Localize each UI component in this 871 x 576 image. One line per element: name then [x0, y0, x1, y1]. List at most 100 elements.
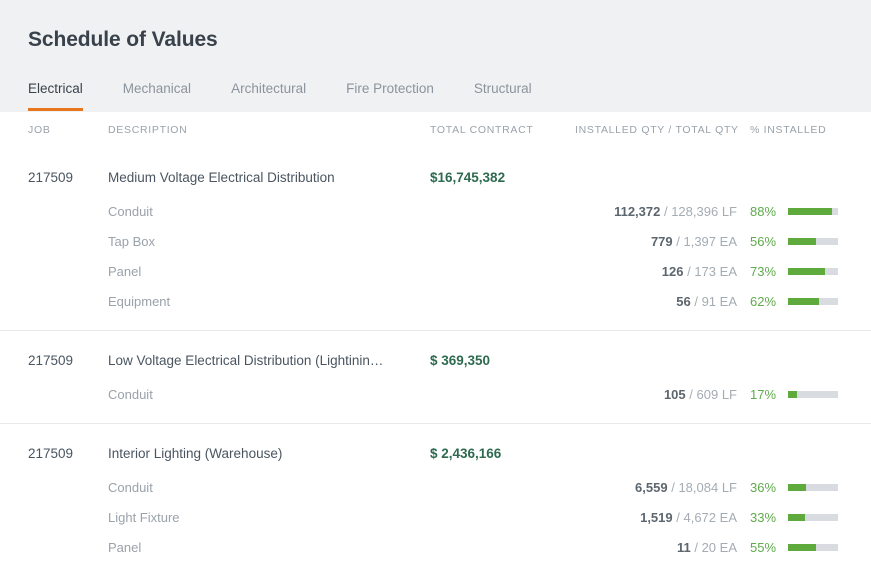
installed-qty: 56: [676, 294, 691, 309]
tab-structural[interactable]: Structural: [474, 78, 532, 111]
percent-installed-value: 36%: [750, 480, 777, 495]
total-qty: 128,396: [671, 204, 719, 219]
installed-over-total-qty: 779 / 1,397 EA: [575, 234, 737, 249]
table-row[interactable]: Panel 126 / 173 EA 73%: [0, 258, 871, 288]
installed-qty: 6,559: [635, 480, 668, 495]
table-column-headers: JOB DESCRIPTION TOTAL CONTRACT INSTALLED…: [0, 112, 871, 148]
table-row[interactable]: Conduit 6,559 / 18,084 LF 36%: [0, 474, 871, 504]
qty-separator: /: [690, 294, 702, 309]
qty-unit: LF: [718, 204, 737, 219]
installed-qty: 112,372: [614, 204, 661, 219]
table-row[interactable]: Panel 11 / 20 EA 55%: [0, 534, 871, 564]
group-header-row[interactable]: 217509 Low Voltage Electrical Distributio…: [0, 345, 871, 381]
total-contract-value: $16,745,382: [430, 170, 506, 185]
installed-qty: 1,519: [640, 510, 673, 525]
total-qty: 20: [701, 540, 717, 555]
sov-table: JOB DESCRIPTION TOTAL CONTRACT INSTALLED…: [0, 112, 871, 576]
table-row[interactable]: Equipment 56 / 91 EA 62%: [0, 288, 871, 318]
item-description: Equipment: [108, 294, 171, 309]
total-qty: 1,397: [683, 234, 717, 249]
total-qty: 91: [701, 294, 717, 309]
percent-installed-value: 62%: [750, 294, 777, 309]
installed-qty: 105: [663, 387, 686, 402]
qty-separator: /: [683, 264, 695, 279]
percent-installed-value: 55%: [750, 540, 777, 555]
qty-unit: EA: [716, 510, 737, 525]
installed-qty: 779: [650, 234, 673, 249]
installed-over-total-qty: 112,372 / 128,396 LF: [575, 204, 737, 219]
progress-bar-fill: [788, 514, 805, 521]
installed-over-total-qty: 105 / 609 LF: [575, 387, 737, 402]
column-header-percent-installed: % INSTALLED: [750, 124, 827, 136]
sov-group: 217509 Interior Lighting (Warehouse) $ 2,4…: [0, 423, 871, 576]
item-description: Conduit: [108, 387, 153, 402]
column-header-job: JOB: [28, 124, 51, 136]
qty-unit: EA: [716, 540, 737, 555]
column-header-total-contract: TOTAL CONTRACT: [430, 124, 534, 136]
tab-fire-protection[interactable]: Fire Protection: [346, 78, 434, 111]
qty-unit: EA: [716, 264, 737, 279]
job-number: 217509: [28, 353, 74, 368]
tab-electrical[interactable]: Electrical: [28, 78, 83, 111]
group-description: Interior Lighting (Warehouse): [108, 446, 283, 461]
percent-installed-value: 73%: [750, 264, 777, 279]
progress-bar-track: [788, 298, 838, 305]
installed-over-total-qty: 6,559 / 18,084 LF: [575, 480, 737, 495]
progress-bar-fill: [788, 298, 819, 305]
qty-separator: /: [672, 510, 684, 525]
tab-bar: Electrical Mechanical Architectural Fire Pr…: [28, 78, 532, 111]
item-description: Conduit: [108, 480, 153, 495]
progress-bar-fill: [788, 484, 806, 491]
total-qty: 609: [696, 387, 719, 402]
group-header-row[interactable]: 217509 Medium Voltage Electrical Distribu…: [0, 162, 871, 198]
sov-groups: 217509 Medium Voltage Electrical Distribu…: [0, 148, 871, 576]
percent-installed-value: 17%: [750, 387, 777, 402]
qty-separator: /: [667, 480, 679, 495]
progress-bar-track: [788, 208, 838, 215]
item-description: Panel: [108, 264, 142, 279]
table-row[interactable]: Tap Box 779 / 1,397 EA 56%: [0, 228, 871, 258]
table-row[interactable]: Light Fixture 1,519 / 4,672 EA 33%: [0, 504, 871, 534]
page-title: Schedule of Values: [28, 28, 218, 51]
item-description: Tap Box: [108, 234, 155, 249]
column-header-description: DESCRIPTION: [108, 124, 188, 136]
installed-qty: 126: [661, 264, 684, 279]
qty-separator: /: [672, 234, 684, 249]
progress-bar-fill: [788, 208, 832, 215]
table-row[interactable]: Conduit 105 / 609 LF 17%: [0, 381, 871, 411]
job-number: 217509: [28, 170, 74, 185]
column-header-installed-qty: INSTALLED QTY / TOTAL QTY: [575, 124, 739, 136]
qty-unit: LF: [718, 480, 737, 495]
percent-installed-value: 56%: [750, 234, 777, 249]
tab-mechanical[interactable]: Mechanical: [123, 78, 191, 111]
group-description: Medium Voltage Electrical Distribution: [108, 170, 335, 185]
installed-over-total-qty: 1,519 / 4,672 EA: [575, 510, 737, 525]
qty-separator: /: [690, 540, 702, 555]
total-qty: 18,084: [678, 480, 719, 495]
qty-separator: /: [685, 387, 697, 402]
item-description: Conduit: [108, 204, 153, 219]
progress-bar-track: [788, 391, 838, 398]
progress-bar-track: [788, 544, 838, 551]
progress-bar-track: [788, 514, 838, 521]
item-description: Panel: [108, 540, 142, 555]
tab-architectural[interactable]: Architectural: [231, 78, 306, 111]
installed-qty: 11: [676, 540, 691, 555]
schedule-of-values-page: Schedule of Values Electrical Mechanical A…: [0, 0, 871, 576]
percent-installed-value: 33%: [750, 510, 777, 525]
total-qty: 4,672: [683, 510, 717, 525]
progress-bar-track: [788, 238, 838, 245]
installed-over-total-qty: 126 / 173 EA: [575, 264, 737, 279]
total-contract-value: $ 2,436,166: [430, 446, 502, 461]
sov-group: 217509 Medium Voltage Electrical Distribu…: [0, 148, 871, 330]
sov-group: 217509 Low Voltage Electrical Distributio…: [0, 330, 871, 423]
group-header-row[interactable]: 217509 Interior Lighting (Warehouse) $ 2,4…: [0, 438, 871, 474]
table-row[interactable]: Conduit 112,372 / 128,396 LF 88%: [0, 198, 871, 228]
progress-bar-fill: [788, 268, 825, 275]
